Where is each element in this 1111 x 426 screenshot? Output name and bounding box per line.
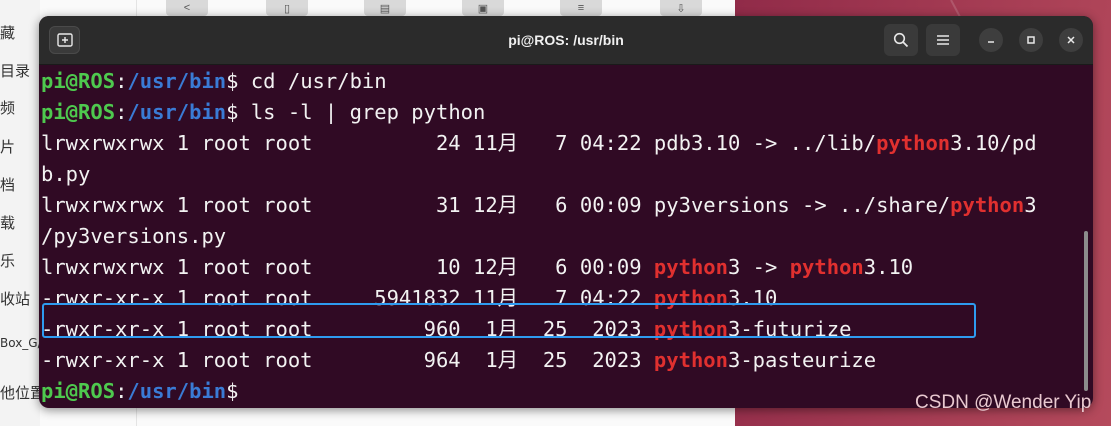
search-icon: [893, 32, 909, 48]
share-icon[interactable]: <: [166, 0, 208, 16]
prompt-separator: :: [115, 69, 128, 93]
new-tab-button[interactable]: [49, 26, 80, 54]
listing-text: 3 ->: [727, 255, 790, 279]
command-text: ls -l | grep python: [250, 100, 486, 124]
grep-match: python: [653, 255, 728, 279]
listing-text: -rwxr-xr-x 1 root root 964 1月 25 2023: [41, 348, 654, 372]
file-manager-sidebar: 藏 目录 频 片 档 载 乐 收站 Box_G/ 他位置: [0, 0, 45, 426]
sidebar-item[interactable]: 片: [0, 136, 15, 157]
search-button[interactable]: [884, 24, 918, 56]
listing-text: lrwxrwxrwx 1 root root 31 12月 6 00:09 py…: [41, 193, 951, 217]
listing-text: b.py: [41, 162, 91, 186]
document-icon[interactable]: ▯: [266, 0, 308, 16]
listing-line: b.py: [41, 159, 1071, 190]
title-bar[interactable]: pi@ROS: /usr/bin: [39, 16, 1093, 65]
sidebar-item[interactable]: 载: [0, 212, 15, 233]
video-icon[interactable]: ▤: [364, 0, 406, 16]
listing-text: lrwxrwxrwx 1 root root 24 11月 7 04:22 pd…: [41, 131, 877, 155]
prompt-symbol: $: [226, 379, 239, 403]
prompt-user: pi@ROS: [41, 69, 116, 93]
prompt-user: pi@ROS: [41, 379, 116, 403]
listing-line: lrwxrwxrwx 1 root root 31 12月 6 00:09 py…: [41, 190, 1071, 221]
sidebar-item[interactable]: Box_G/: [0, 336, 42, 350]
minimize-icon: [988, 41, 994, 43]
listing-text: -rwxr-xr-x 1 root root 5941832 11月 7 04:…: [41, 286, 654, 310]
command-line: pi@ROS:/usr/bin$ cd /usr/bin: [41, 66, 1071, 97]
prompt-symbol: $: [226, 69, 239, 93]
download-icon[interactable]: ⇩: [660, 0, 702, 16]
prompt-separator: :: [115, 379, 128, 403]
text-file-icon[interactable]: ≡: [560, 0, 602, 16]
terminal-window[interactable]: pi@ROS: /usr/bin pi@ROS:/usr/bin$ cd /us…: [39, 16, 1093, 408]
listing-line: lrwxrwxrwx 1 root root 10 12月 6 00:09 py…: [41, 252, 1071, 283]
hamburger-menu-icon: [937, 35, 949, 45]
grep-match: python: [950, 193, 1025, 217]
prompt-symbol: $: [226, 100, 239, 124]
grep-match: python: [653, 317, 728, 341]
sidebar-item[interactable]: 收站: [0, 288, 30, 309]
listing-text: 3-pasteurize: [727, 348, 877, 372]
grep-match: python: [876, 131, 951, 155]
listing-text: lrwxrwxrwx 1 root root 10 12月 6 00:09: [41, 255, 654, 279]
prompt-user: pi@ROS: [41, 100, 116, 124]
listing-line: -rwxr-xr-x 1 root root 5941832 11月 7 04:…: [41, 283, 1071, 314]
grep-match: python: [653, 348, 728, 372]
menu-button[interactable]: [926, 24, 960, 56]
sidebar-item[interactable]: 频: [0, 97, 15, 118]
listing-text: 3.10: [727, 286, 778, 310]
listing-line: lrwxrwxrwx 1 root root 24 11月 7 04:22 pd…: [41, 128, 1071, 159]
listing-text: 3: [1024, 193, 1037, 217]
grep-match: python: [653, 286, 728, 310]
image-icon[interactable]: ▣: [462, 0, 504, 16]
command-text: cd /usr/bin: [250, 69, 387, 93]
prompt-path: /usr/bin: [127, 379, 227, 403]
listing-text: -rwxr-xr-x 1 root root 960 1月 25 2023: [41, 317, 654, 341]
listing-text: 3-futurize: [727, 317, 852, 341]
watermark: CSDN @Wender Yip: [915, 392, 1092, 413]
minimize-button[interactable]: [979, 28, 1003, 52]
sidebar-item[interactable]: 档: [0, 174, 15, 195]
listing-line: /py3versions.py: [41, 221, 1071, 252]
command-line: pi@ROS:/usr/bin$ ls -l | grep python: [41, 97, 1071, 128]
sidebar-item[interactable]: 藏: [0, 22, 15, 43]
close-icon: [1067, 36, 1075, 44]
new-tab-icon: [56, 33, 73, 47]
grep-match: python: [789, 255, 864, 279]
listing-line: -rwxr-xr-x 1 root root 960 1月 25 2023 py…: [41, 314, 1071, 345]
maximize-button[interactable]: [1019, 28, 1043, 52]
listing-text: 3.10: [863, 255, 914, 279]
listing-line: -rwxr-xr-x 1 root root 964 1月 25 2023 py…: [41, 345, 1071, 376]
scrollbar[interactable]: [1084, 231, 1088, 391]
prompt-path: /usr/bin: [127, 69, 227, 93]
sidebar-item[interactable]: 乐: [0, 250, 15, 271]
listing-text: /py3versions.py: [41, 224, 227, 248]
listing-text: 3.10/pd: [950, 131, 1037, 155]
close-button[interactable]: [1059, 28, 1083, 52]
maximize-icon: [1027, 36, 1035, 44]
sidebar-item[interactable]: 目录: [0, 60, 30, 81]
prompt-separator: :: [115, 100, 128, 124]
prompt-path: /usr/bin: [127, 100, 227, 124]
terminal-output[interactable]: pi@ROS:/usr/bin$ cd /usr/bin pi@ROS:/usr…: [41, 66, 1071, 407]
